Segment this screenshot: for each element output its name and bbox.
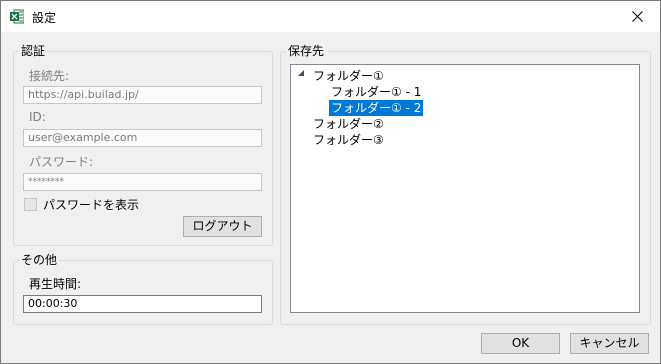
show-password-label: パスワードを表示 xyxy=(43,198,140,212)
window-title: 設定 xyxy=(32,11,57,25)
excel-icon xyxy=(10,9,24,24)
id-label: ID: xyxy=(29,110,46,124)
playtime-field[interactable]: 00:00:30 xyxy=(23,295,262,313)
close-button[interactable] xyxy=(614,1,660,32)
settings-dialog: 設定 認証 接続先: https://api.builad.jp/ ID: us… xyxy=(0,0,661,364)
id-field[interactable]: user@example.com xyxy=(23,129,262,147)
show-password-option[interactable]: パスワードを表示 xyxy=(24,196,139,213)
ok-button[interactable]: OK xyxy=(481,333,560,354)
close-icon xyxy=(631,11,643,22)
tree-node-folder-3[interactable]: フォルダー③ xyxy=(311,132,386,148)
title-bar: 設定 xyxy=(1,1,660,32)
endpoint-field[interactable]: https://api.builad.jp/ xyxy=(23,86,262,104)
playtime-label: 再生時間: xyxy=(29,277,82,291)
show-password-checkbox[interactable] xyxy=(24,198,37,211)
tree-node-folder-1-1[interactable]: フォルダー① - 1 xyxy=(329,84,423,100)
folder-tree[interactable]: フォルダー① フォルダー① - 1 フォルダー① - 2 フォルダー② フォルダ… xyxy=(290,64,640,313)
password-field[interactable]: ******** xyxy=(23,173,262,191)
tree-node-folder-2[interactable]: フォルダー② xyxy=(311,116,386,132)
other-group-legend: その他 xyxy=(21,253,58,267)
tree-node-folder-1[interactable]: フォルダー① xyxy=(311,68,386,84)
password-label: パスワード: xyxy=(29,155,94,169)
endpoint-label: 接続先: xyxy=(29,69,70,83)
tree-node-folder-1-2[interactable]: フォルダー① - 2 xyxy=(329,100,424,116)
cancel-button[interactable]: キャンセル xyxy=(570,333,649,354)
logout-button[interactable]: ログアウト xyxy=(183,216,262,237)
auth-group-legend: 認証 xyxy=(21,44,46,58)
save-location-legend: 保存先 xyxy=(288,44,325,58)
expanded-triangle-icon[interactable] xyxy=(297,69,306,78)
